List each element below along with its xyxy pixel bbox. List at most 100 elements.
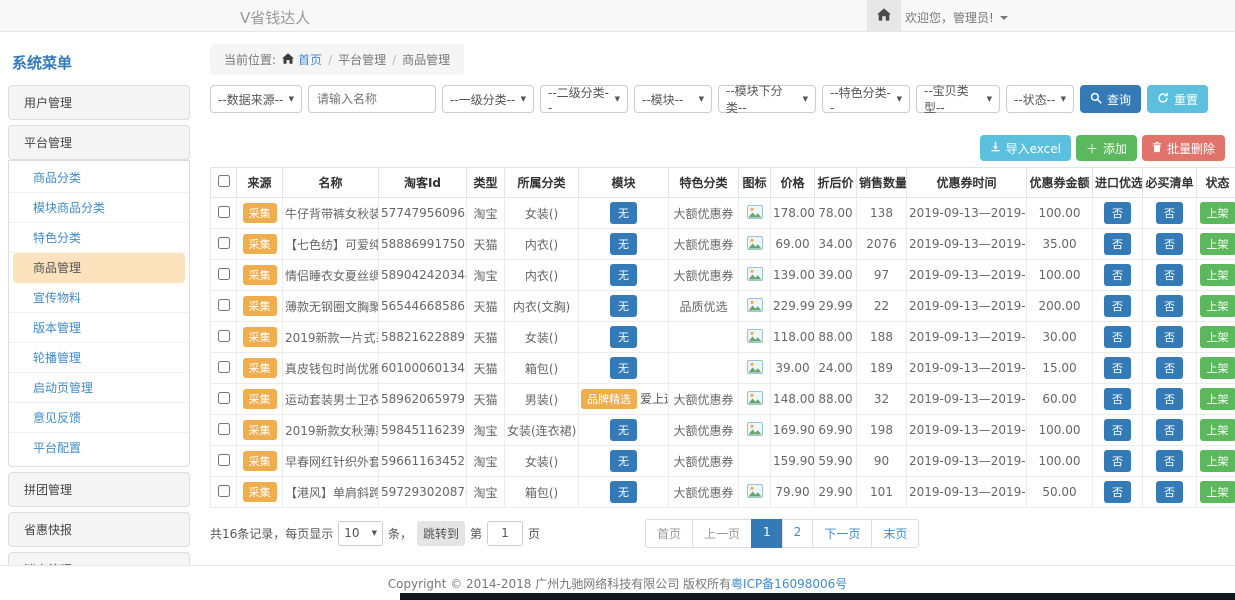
filter-select[interactable]: --状态--▼ [1006, 85, 1074, 113]
filter-select[interactable]: --二级分类--▼ [540, 85, 628, 113]
table-row: 采集真皮钱包时尚优雅女士...601000601341天猫箱包()无39.002… [211, 353, 1235, 384]
sidebar-group[interactable]: 平台管理 [8, 125, 190, 160]
import-select-badge[interactable]: 否 [1104, 233, 1131, 255]
import-select-badge[interactable]: 否 [1104, 357, 1131, 379]
module-badge: 无 [610, 450, 637, 472]
search-input[interactable] [308, 85, 436, 113]
column-header: 折后价 [815, 168, 857, 198]
import-select-badge[interactable]: 否 [1104, 202, 1131, 224]
breadcrumb-home-link[interactable]: 首页 [282, 51, 322, 68]
price: 229.99 [771, 291, 815, 322]
must-buy-badge[interactable]: 否 [1156, 202, 1183, 224]
page-button[interactable]: 首页 [645, 519, 693, 548]
filter-select[interactable]: --宝贝类型--▼ [916, 85, 1000, 113]
status-badge[interactable]: 上架 [1200, 233, 1235, 255]
must-buy-badge[interactable]: 否 [1156, 450, 1183, 472]
status-badge[interactable]: 上架 [1200, 326, 1235, 348]
product-type: 天猫 [467, 291, 505, 322]
sidebar-item[interactable]: 模块商品分类 [9, 193, 189, 223]
sidebar-group[interactable]: 用户管理 [8, 85, 190, 120]
sidebar-group[interactable]: 消息管理 [8, 552, 190, 565]
home-button[interactable] [867, 0, 901, 31]
status-badge[interactable]: 上架 [1200, 419, 1235, 441]
sidebar-group[interactable]: 省惠快报 [8, 512, 190, 547]
product-name: 早春网红针织外套女春... [283, 446, 379, 477]
status-badge[interactable]: 上架 [1200, 295, 1235, 317]
import-select-badge[interactable]: 否 [1104, 450, 1131, 472]
import-select-badge[interactable]: 否 [1104, 481, 1131, 503]
jump-button[interactable]: 跳转到 [417, 521, 465, 546]
sidebar-item[interactable]: 商品分类 [9, 163, 189, 193]
row-checkbox[interactable] [218, 237, 230, 249]
icp-link[interactable]: 粤ICP备16098006号 [731, 575, 847, 592]
page-number-input[interactable] [487, 521, 523, 546]
status-badge[interactable]: 上架 [1200, 450, 1235, 472]
sidebar-item[interactable]: 版本管理 [9, 313, 189, 343]
reset-button[interactable]: 重置 [1147, 85, 1208, 113]
sidebar-item[interactable]: 商品管理 [13, 253, 185, 283]
per-page-select[interactable]: 10 ▼ [338, 521, 383, 546]
status-badge[interactable]: 上架 [1200, 264, 1235, 286]
coupon-time: 2019-09-13—2019-09-20 [907, 260, 1027, 291]
import-select-badge[interactable]: 否 [1104, 326, 1131, 348]
must-buy-badge[interactable]: 否 [1156, 264, 1183, 286]
status-badge[interactable]: 上架 [1200, 481, 1235, 503]
query-button[interactable]: 查询 [1080, 85, 1141, 113]
must-buy-badge[interactable]: 否 [1156, 388, 1183, 410]
product-thumbnail [747, 301, 763, 315]
top-navbar: V省钱达人 欢迎您，管理员! [0, 0, 1235, 32]
row-checkbox[interactable] [218, 485, 230, 497]
chevron-down-icon: ▼ [897, 95, 902, 103]
records-summary-suffix: 条， [388, 525, 412, 542]
page-button[interactable]: 上一页 [692, 519, 752, 548]
sidebar-group[interactable]: 拼团管理 [8, 472, 190, 507]
must-buy-badge[interactable]: 否 [1156, 295, 1183, 317]
filter-select[interactable]: --一级分类--▼ [442, 85, 534, 113]
import-excel-button[interactable]: 导入excel [980, 135, 1071, 161]
add-button[interactable]: ＋ 添加 [1076, 135, 1137, 161]
sidebar-item[interactable]: 宣传物料 [9, 283, 189, 313]
sidebar-item[interactable]: 轮播管理 [9, 343, 189, 373]
page-button[interactable]: 下一页 [812, 519, 872, 548]
sidebar-item[interactable]: 意见反馈 [9, 403, 189, 433]
user-menu[interactable]: 欢迎您，管理员! [905, 9, 1008, 26]
import-select-badge[interactable]: 否 [1104, 419, 1131, 441]
filter-select[interactable]: --模块下分类--▼ [718, 85, 816, 113]
must-buy-badge[interactable]: 否 [1156, 326, 1183, 348]
sidebar-item[interactable]: 启动页管理 [9, 373, 189, 403]
page-button[interactable]: 2 [782, 519, 814, 548]
sidebar-item[interactable]: 平台配置 [9, 433, 189, 462]
page-button[interactable]: 1 [751, 519, 783, 548]
select-all-checkbox[interactable] [218, 175, 230, 187]
row-checkbox[interactable] [218, 423, 230, 435]
sidebar-item[interactable]: 特色分类 [9, 223, 189, 253]
must-buy-badge[interactable]: 否 [1156, 419, 1183, 441]
row-checkbox[interactable] [218, 454, 230, 466]
source-cell: 采集 [237, 384, 283, 415]
row-checkbox[interactable] [218, 206, 230, 218]
discount-price: 88.00 [815, 322, 857, 353]
row-checkbox-cell [211, 415, 237, 446]
must-buy-badge[interactable]: 否 [1156, 481, 1183, 503]
import-select-badge[interactable]: 否 [1104, 295, 1131, 317]
row-checkbox[interactable] [218, 361, 230, 373]
page-button[interactable]: 末页 [871, 519, 919, 548]
row-checkbox[interactable] [218, 392, 230, 404]
row-checkbox[interactable] [218, 330, 230, 342]
import-select-badge[interactable]: 否 [1104, 388, 1131, 410]
filter-select[interactable]: --模块--▼ [634, 85, 712, 113]
batch-delete-button[interactable]: 批量删除 [1142, 135, 1225, 161]
filter-select-data-source[interactable]: --数据来源-- ▼ [210, 85, 302, 113]
coupon-amount: 100.00 [1027, 446, 1093, 477]
filter-select[interactable]: --特色分类--▼ [822, 85, 910, 113]
import-select-badge[interactable]: 否 [1104, 264, 1131, 286]
search-icon [1090, 92, 1102, 107]
row-checkbox-cell [211, 198, 237, 229]
status-badge[interactable]: 上架 [1200, 357, 1235, 379]
row-checkbox[interactable] [218, 268, 230, 280]
must-buy-badge[interactable]: 否 [1156, 357, 1183, 379]
row-checkbox[interactable] [218, 299, 230, 311]
status-badge[interactable]: 上架 [1200, 388, 1235, 410]
status-badge[interactable]: 上架 [1200, 202, 1235, 224]
must-buy-badge[interactable]: 否 [1156, 233, 1183, 255]
